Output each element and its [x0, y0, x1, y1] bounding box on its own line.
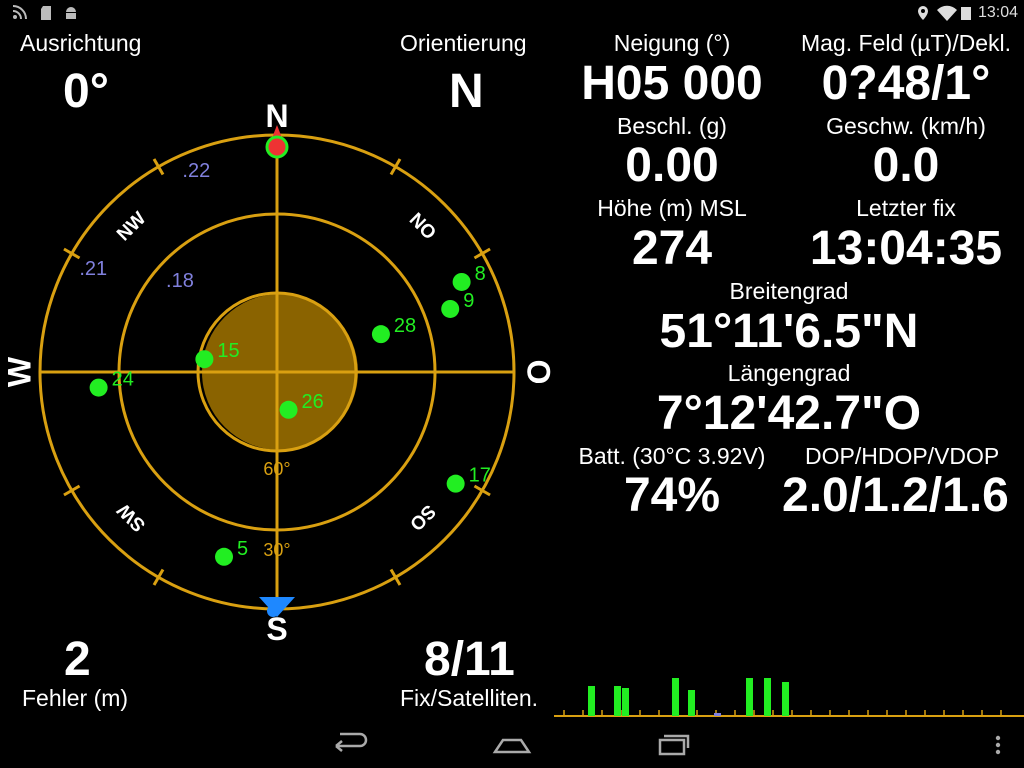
longitude-label: Längengrad: [727, 360, 851, 386]
accel-value: 0.00: [625, 139, 719, 192]
android-icon: [62, 4, 80, 22]
satellite-8: [452, 272, 471, 291]
satellite-label-21: .21: [79, 258, 107, 280]
intercardinal-sw: SW: [113, 499, 150, 536]
snr-bar: [782, 682, 789, 716]
satellite-label-17: 17: [469, 465, 491, 487]
compass-tick: [63, 247, 81, 260]
compass-tick: [152, 158, 165, 176]
cardinal-west: W: [1, 356, 37, 387]
mag-label: Mag. Feld (µT)/Dekl.: [800, 30, 1012, 56]
error-label: Fehler (m): [22, 685, 129, 711]
ring-label-30: 30°: [263, 540, 290, 560]
satellite-label-26: 26: [302, 391, 324, 413]
compass-tick: [152, 568, 165, 586]
compass-tick: [473, 247, 491, 260]
speed-label: Geschw. (km/h): [826, 113, 986, 139]
lastfix-value: 13:04:35: [809, 222, 1003, 275]
satellite-label-28: 28: [394, 315, 416, 337]
intercardinal-no: NO: [405, 209, 440, 244]
accel-label: Beschl. (g): [617, 113, 727, 139]
cardinal-east: O: [521, 360, 554, 385]
satellite-label-15: 15: [217, 340, 239, 362]
satellite-label-22: .22: [182, 160, 210, 182]
back-button[interactable]: [320, 726, 380, 762]
snr-bar: [688, 690, 695, 716]
snr-bar: [622, 688, 629, 716]
snr-bar: [764, 678, 771, 716]
wifi-icon: [936, 4, 958, 22]
satellite-label-9: 9: [463, 290, 474, 312]
sd-card-icon: [38, 4, 56, 22]
latitude-label: Breitengrad: [729, 278, 849, 304]
clock: 13:04: [977, 4, 1018, 21]
satellite-17: [446, 474, 465, 493]
lastfix-label: Letzter fix: [856, 195, 956, 221]
altitude-value: 274: [631, 222, 713, 275]
satellite-9: [441, 299, 460, 318]
battery-label: Batt. (30°C 3.92V): [578, 443, 766, 469]
ring-label-60: 60°: [263, 459, 290, 479]
signal-scan-icon: [10, 4, 28, 22]
home-button[interactable]: [482, 726, 542, 762]
compass-tick: [389, 158, 402, 176]
altitude-label: Höhe (m) MSL: [597, 195, 747, 221]
dop-label: DOP/HDOP/VDOP: [805, 443, 1000, 469]
intercardinal-nw: NW: [113, 208, 150, 245]
satellite-5: [215, 547, 234, 566]
overflow-menu-icon: [995, 735, 1001, 755]
satellite-label-18: .18: [166, 270, 194, 292]
battery-value: 74%: [623, 469, 721, 522]
snr-bar-chart: [554, 678, 1024, 717]
compass-tick: [389, 568, 402, 586]
satellite-label-8: 8: [475, 263, 486, 285]
dop-value: 2.0/1.2/1.6: [782, 472, 1009, 520]
compass-tick: [63, 484, 81, 497]
orientation-label: Orientierung: [400, 30, 527, 56]
heading-label: Ausrichtung: [20, 30, 142, 56]
fix-label: Fix/Satelliten.: [400, 685, 539, 711]
recent-apps-button[interactable]: [644, 726, 704, 762]
satellite-24: [89, 378, 108, 397]
satellite-label-24: 24: [112, 369, 134, 391]
latitude-value: 51°11'6.5"N: [659, 305, 919, 358]
satellite-15: [195, 350, 214, 369]
satellite-28: [371, 325, 390, 344]
intercardinal-so: SO: [405, 500, 439, 534]
satellite-label-5: 5: [237, 538, 248, 560]
battery-icon: [960, 4, 972, 22]
speed-value: 0.0: [872, 139, 940, 192]
longitude-value: 7°12'42.7"O: [656, 387, 922, 440]
back-arrow-icon: [335, 732, 368, 752]
compass-tick: [473, 484, 491, 497]
navigation-bar: [0, 720, 1024, 768]
mag-value: 0?48/1°: [821, 57, 991, 110]
location-icon: [914, 4, 932, 22]
home-icon: [492, 738, 532, 754]
tilt-value: H05 000: [581, 57, 763, 110]
snr-bar: [614, 686, 621, 716]
recent-apps-icon: [658, 734, 690, 756]
sky-plot[interactable]: 60°30°NSW ONW NOSW SO.22.21.18 8928152624175: [0, 95, 554, 655]
satellite-26: [279, 400, 298, 419]
snr-bar: [714, 713, 721, 716]
south-dot: [267, 605, 279, 617]
status-bar: 13:04: [0, 0, 1024, 26]
snr-bar: [746, 678, 753, 716]
north-satellite-marker: [265, 135, 289, 159]
tilt-label: Neigung (°): [613, 30, 731, 56]
snr-bar: [672, 678, 679, 716]
menu-button[interactable]: [970, 726, 1010, 762]
snr-bar: [588, 686, 595, 716]
